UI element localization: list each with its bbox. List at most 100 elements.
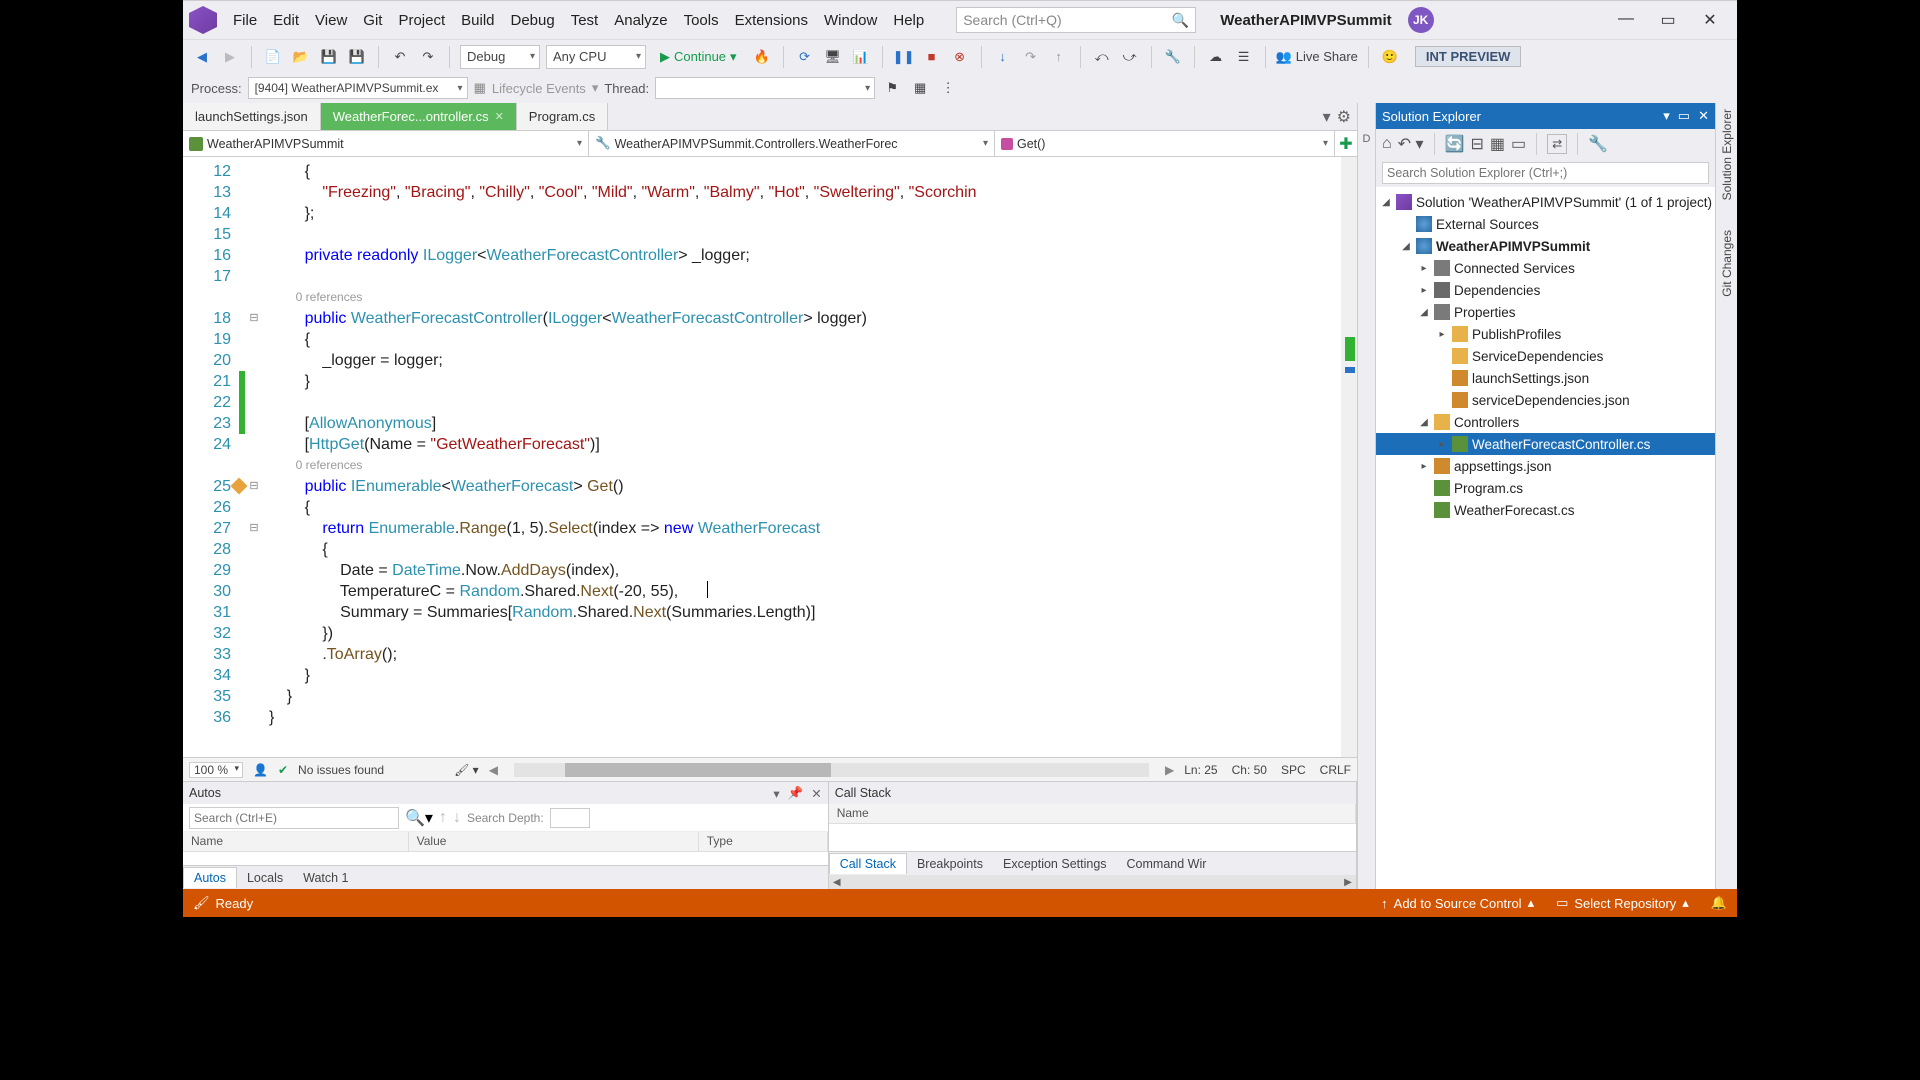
project-context-dropdown[interactable]: WeatherAPIMVPSummit xyxy=(183,131,589,156)
autos-body[interactable] xyxy=(183,852,828,865)
stop-icon[interactable]: ■ xyxy=(921,46,943,68)
col-name[interactable]: Name xyxy=(183,832,409,851)
menu-debug[interactable]: Debug xyxy=(503,8,563,33)
side-tab-git[interactable]: Git Changes xyxy=(1720,230,1734,297)
platform-dropdown[interactable]: Any CPU xyxy=(546,45,646,69)
solution-search-input[interactable] xyxy=(1382,162,1709,184)
close-button[interactable]: ✕ xyxy=(1701,10,1719,30)
zoom-dropdown[interactable]: 100 % xyxy=(189,762,243,778)
hot-reload-icon[interactable]: 🔥 xyxy=(751,46,773,68)
doc-tab[interactable]: Program.cs xyxy=(517,103,608,130)
tab-callstack[interactable]: Call Stack xyxy=(829,853,907,874)
nav-fwd-button[interactable]: ▶ xyxy=(219,46,241,68)
stack-icon[interactable]: ☰ xyxy=(1233,46,1255,68)
feedback-icon[interactable]: 🙂 xyxy=(1379,46,1401,68)
tab-autos[interactable]: Autos xyxy=(183,867,237,888)
down-icon[interactable]: ↓ xyxy=(453,809,461,827)
thread-dropdown[interactable] xyxy=(655,77,875,99)
back-icon[interactable]: ↶ ▾ xyxy=(1398,134,1424,154)
browser-icon[interactable]: 🖥 xyxy=(822,46,844,68)
menu-build[interactable]: Build xyxy=(453,8,502,33)
pin-icon[interactable]: ▭ xyxy=(1678,108,1690,124)
split-icon[interactable]: ✚ xyxy=(1335,131,1357,156)
tree-item[interactable]: ◢WeatherAPIMVPSummit xyxy=(1376,235,1715,257)
autos-search-input[interactable] xyxy=(189,807,399,829)
menu-test[interactable]: Test xyxy=(563,8,607,33)
toolbox-icon[interactable]: 🔧 xyxy=(1162,46,1184,68)
vertical-scrollbar[interactable] xyxy=(1341,157,1357,757)
doc-tab[interactable]: launchSettings.json xyxy=(183,103,321,130)
menu-tools[interactable]: Tools xyxy=(676,8,727,33)
depth-input[interactable] xyxy=(550,808,590,828)
sync-icon[interactable]: 🔄 xyxy=(1445,134,1465,154)
step-out-icon[interactable]: ↑ xyxy=(1048,46,1070,68)
tree-item[interactable]: launchSettings.json xyxy=(1376,367,1715,389)
horizontal-scrollbar[interactable] xyxy=(514,763,1149,777)
tab-watch1[interactable]: Watch 1 xyxy=(293,868,358,888)
new-project-icon[interactable]: 📄 xyxy=(262,46,284,68)
tree-item[interactable]: ▸Dependencies xyxy=(1376,279,1715,301)
up-icon[interactable]: ↑ xyxy=(439,809,447,827)
flag-icon[interactable]: ⚑ xyxy=(881,77,903,99)
notifications-icon[interactable]: 🔔 xyxy=(1711,895,1727,911)
close-panel-icon[interactable]: ✕ xyxy=(1698,108,1709,124)
tab-command[interactable]: Command Wir xyxy=(1117,854,1217,874)
tab-locals[interactable]: Locals xyxy=(237,868,293,888)
menu-analyze[interactable]: Analyze xyxy=(606,8,675,33)
tab-dropdown-icon[interactable]: ▾ xyxy=(1323,107,1331,127)
close-tab-icon[interactable]: ✕ xyxy=(495,110,504,123)
col-type[interactable]: Type xyxy=(699,832,828,851)
config-dropdown[interactable]: Debug xyxy=(460,45,540,69)
show-all-icon[interactable]: ▦ xyxy=(1490,134,1505,154)
panel-menu-icon[interactable]: ▾ xyxy=(773,786,779,801)
close-panel-icon[interactable]: ✕ xyxy=(811,786,821,801)
live-share-button[interactable]: 👥 Live Share xyxy=(1276,49,1358,65)
process-dropdown[interactable]: [9404] WeatherAPIMVPSummit.ex xyxy=(248,77,468,99)
aux-d[interactable]: D xyxy=(1363,133,1371,145)
pin-icon[interactable]: 📌 xyxy=(788,786,804,801)
tree-item[interactable]: ▸Connected Services xyxy=(1376,257,1715,279)
user-avatar[interactable]: JK xyxy=(1408,7,1434,33)
tab-exception[interactable]: Exception Settings xyxy=(993,854,1117,874)
member-context-dropdown[interactable]: Get() xyxy=(995,131,1335,156)
menu-project[interactable]: Project xyxy=(390,8,453,33)
panel-menu-icon[interactable]: ▾ xyxy=(1663,108,1670,124)
tree-item[interactable]: serviceDependencies.json xyxy=(1376,389,1715,411)
tree-item[interactable]: ServiceDependencies xyxy=(1376,345,1715,367)
tree-item[interactable]: ◢Properties xyxy=(1376,301,1715,323)
tab-settings-icon[interactable]: ⚙ xyxy=(1337,107,1351,127)
tree-item[interactable]: ▸appsettings.json xyxy=(1376,455,1715,477)
nav-back-button[interactable]: ◀ xyxy=(191,46,213,68)
diag-icon[interactable]: 📊 xyxy=(850,46,872,68)
tab-breakpoints[interactable]: Breakpoints xyxy=(907,854,993,874)
menu-extensions[interactable]: Extensions xyxy=(727,8,816,33)
tree-item[interactable]: Program.cs xyxy=(1376,477,1715,499)
cs-col-name[interactable]: Name xyxy=(829,804,1356,823)
tree-item[interactable]: ▸WeatherForecastController.cs xyxy=(1376,433,1715,455)
menu-file[interactable]: File xyxy=(225,8,265,33)
home-icon[interactable]: ⌂ xyxy=(1382,135,1392,153)
cleanup-icon[interactable]: 🖌 ▾ xyxy=(454,763,479,777)
save-icon[interactable]: 💾 xyxy=(318,46,340,68)
class-context-dropdown[interactable]: 🔧WeatherAPIMVPSummit.Controllers.Weather… xyxy=(589,131,995,156)
add-source-control-button[interactable]: ↑ Add to Source Control ▴ xyxy=(1381,895,1534,911)
tree-item[interactable]: External Sources xyxy=(1376,213,1715,235)
tree-item[interactable]: WeatherForecast.cs xyxy=(1376,499,1715,521)
stop-all-icon[interactable]: ⊗ xyxy=(949,46,971,68)
lifecycle-label[interactable]: Lifecycle Events xyxy=(492,81,586,96)
side-tab-solution[interactable]: Solution Explorer xyxy=(1720,109,1734,200)
callstack-hscroll[interactable]: ◀▶ xyxy=(829,875,1356,889)
global-search-box[interactable]: Search (Ctrl+Q) 🔍 xyxy=(956,7,1196,33)
minimize-button[interactable]: — xyxy=(1617,10,1635,30)
pause-icon[interactable]: ❚❚ xyxy=(893,46,915,68)
restart-icon[interactable]: ⟳ xyxy=(794,46,816,68)
thread-icon[interactable]: ⋮ xyxy=(937,77,959,99)
view-switch-icon[interactable]: ⇄ xyxy=(1547,134,1567,154)
properties-icon[interactable]: 🔧 xyxy=(1588,134,1608,154)
solution-explorer-header[interactable]: Solution Explorer ▾▭✕ xyxy=(1376,103,1715,129)
redo-icon[interactable]: ↷ xyxy=(417,46,439,68)
open-icon[interactable]: 📂 xyxy=(290,46,312,68)
step-fwd-icon[interactable]: ⤻ xyxy=(1119,46,1141,68)
cloud-icon[interactable]: ☁ xyxy=(1205,46,1227,68)
solution-tree[interactable]: ◢ Solution 'WeatherAPIMVPSummit' (1 of 1… xyxy=(1376,187,1715,889)
